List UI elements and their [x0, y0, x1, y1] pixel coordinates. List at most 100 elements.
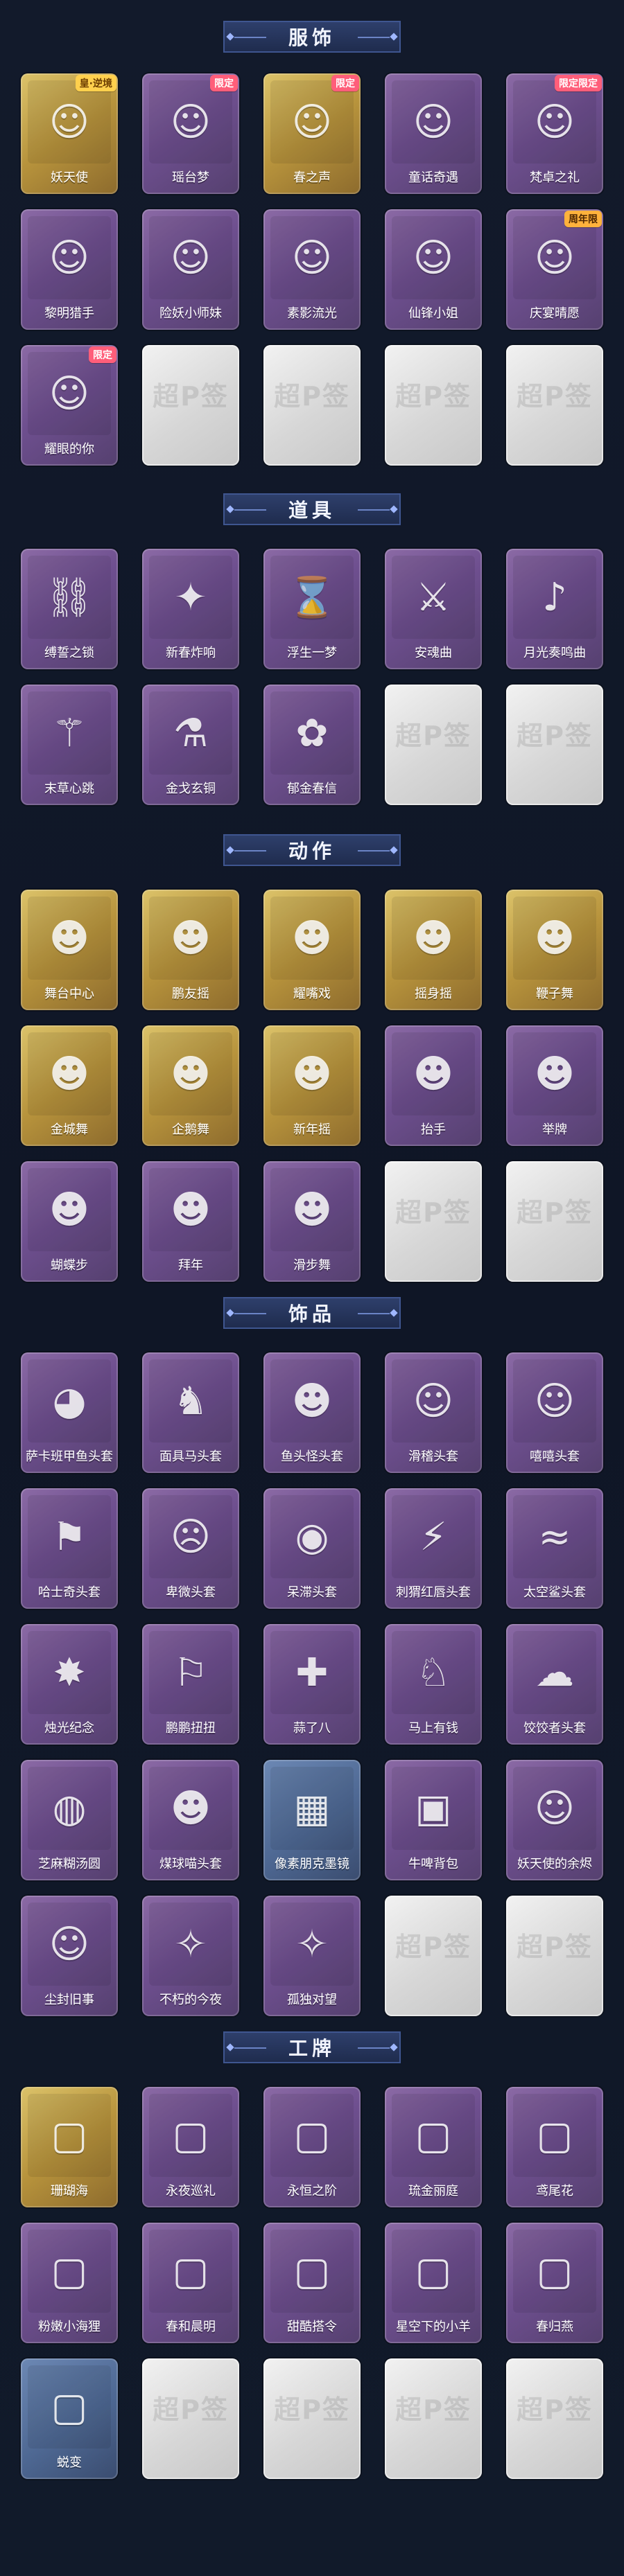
item-label: 浮生一梦 [287, 646, 337, 660]
card-frame-icon: ▢ [28, 2365, 111, 2449]
item-card[interactable]: ▢ 永夜巡礼 [142, 2087, 239, 2207]
item-label: 星空下的小羊 [396, 2320, 471, 2334]
item-card[interactable]: ▢ 甜酷搭令 [263, 2223, 361, 2343]
item-card[interactable]: ☻ 耀嘴戏 [263, 890, 361, 1010]
item-label: 春和晨明 [166, 2320, 216, 2334]
item-card[interactable]: ☹ 卑微头套 [142, 1488, 239, 1609]
section-banner: 道具 [223, 493, 401, 525]
item-card[interactable]: ☻ 金城舞 [21, 1025, 118, 1146]
emote-pose-icon: ☻ [28, 897, 111, 980]
lantern-item-icon: ⚗ [149, 691, 232, 775]
item-label: 梵卓之礼 [530, 170, 580, 185]
item-card[interactable]: ♪ 月光奏鸣曲 [506, 549, 603, 669]
item-card[interactable]: ▢ 永恒之阶 [263, 2087, 361, 2207]
card-frame-glyph: ▢ [172, 2112, 209, 2158]
item-label: 蜕变 [57, 2455, 82, 2470]
item-tag-badge: 限定 [210, 75, 238, 91]
item-card[interactable]: ☻ 煤球喵头套 [142, 1760, 239, 1880]
item-card[interactable]: ☻ 新年摇 [263, 1025, 361, 1146]
item-card[interactable]: ☺ 嘻嘻头套 [506, 1352, 603, 1473]
item-card[interactable]: ☺ 限定 瑶台梦 [142, 73, 239, 194]
item-card[interactable]: ✿ 郁金春信 [263, 685, 361, 805]
pikachu-head-glyph: ⚡ [419, 1514, 447, 1560]
character-portrait-glyph: ☺ [291, 99, 333, 145]
item-card[interactable]: ☁ 饺饺者头套 [506, 1624, 603, 1745]
dumpling-head-glyph: ◍ [52, 1785, 87, 1831]
section-title: 道具 [288, 499, 336, 522]
item-card[interactable]: ▢ 星空下的小羊 [385, 2223, 482, 2343]
item-card[interactable]: ⌛ 浮生一梦 [263, 549, 361, 669]
item-card[interactable]: ◕ 萨卡班甲鱼头套 [21, 1352, 118, 1473]
card-frame-icon: ▢ [270, 2094, 354, 2177]
item-card[interactable]: ♞ 面具马头套 [142, 1352, 239, 1473]
item-card[interactable]: ▣ 牛啤背包 [385, 1760, 482, 1880]
item-label: 仙锋小姐 [408, 306, 458, 321]
item-card[interactable]: ⚚ 末草心跳 [21, 685, 118, 805]
item-card[interactable]: ☻ 抬手 [385, 1025, 482, 1146]
banner-wing-left [234, 1313, 266, 1314]
item-card[interactable]: ☺ 限定限定 梵卓之礼 [506, 73, 603, 194]
item-card[interactable]: ▢ 春和晨明 [142, 2223, 239, 2343]
banner-ornament-right [390, 505, 398, 513]
character-portrait-glyph: ☺ [534, 99, 575, 145]
item-card[interactable]: ⚐ 鹏鹏扭扭 [142, 1624, 239, 1745]
item-card[interactable]: ☻ 企鹅舞 [142, 1025, 239, 1146]
item-card[interactable]: ☻ 鱼头怪头套 [263, 1352, 361, 1473]
item-card[interactable]: ☻ 鞭子舞 [506, 890, 603, 1010]
item-card[interactable]: ▢ 琉金丽庭 [385, 2087, 482, 2207]
item-label: 金戈玄铜 [166, 782, 216, 796]
item-card[interactable]: ☻ 滑步舞 [263, 1161, 361, 1282]
item-card[interactable]: ◍ 芝麻糊汤圆 [21, 1760, 118, 1880]
item-card[interactable]: ✚ 蒜了八 [263, 1624, 361, 1745]
item-card[interactable]: ✸ 烛光纪念 [21, 1624, 118, 1745]
item-card[interactable]: ☺ 险妖小师妹 [142, 209, 239, 330]
item-label: 永恒之阶 [287, 2184, 337, 2198]
item-card[interactable]: ☺ 限定 春之声 [263, 73, 361, 194]
item-card[interactable]: ✧ 不朽的今夜 [142, 1896, 239, 2016]
item-card[interactable]: ⚡ 刺猬红唇头套 [385, 1488, 482, 1609]
item-card[interactable]: ☺ 限定 耀眼的你 [21, 345, 118, 466]
section-title: 服饰 [288, 26, 336, 49]
item-card[interactable]: ☻ 摇身摇 [385, 890, 482, 1010]
item-card[interactable]: ▢ 春归燕 [506, 2223, 603, 2343]
empty-slot-watermark: 超P签 [274, 380, 350, 412]
item-card[interactable]: ⚑ 哈士奇头套 [21, 1488, 118, 1609]
item-card[interactable]: ☻ 举牌 [506, 1025, 603, 1146]
item-card[interactable]: ⚗ 金戈玄铜 [142, 685, 239, 805]
item-card[interactable]: ☺ 仙锋小姐 [385, 209, 482, 330]
item-card[interactable]: ▢ 鸢尾花 [506, 2087, 603, 2207]
item-card[interactable]: ☺ 周年限 庆宴晴愿 [506, 209, 603, 330]
item-card[interactable]: ☻ 舞台中心 [21, 890, 118, 1010]
item-card[interactable]: ☺ 尘封旧事 [21, 1896, 118, 2016]
weapon-item-glyph: ⚔ [415, 574, 451, 620]
item-card[interactable]: ▢ 珊瑚海 [21, 2087, 118, 2207]
item-card[interactable]: ☻ 拜年 [142, 1161, 239, 1282]
item-card[interactable]: ☺ 滑稽头套 [385, 1352, 482, 1473]
item-card[interactable]: ▢ 蜕变 [21, 2358, 118, 2479]
item-card[interactable]: ◉ 呆滞头套 [263, 1488, 361, 1609]
item-card[interactable]: ⛓ 缚誓之锁 [21, 549, 118, 669]
item-label: 险妖小师妹 [159, 306, 222, 321]
item-card[interactable]: ✦ 新春炸响 [142, 549, 239, 669]
item-card[interactable]: ✧ 孤独对望 [263, 1896, 361, 2016]
item-card[interactable]: ⚔ 安魂曲 [385, 549, 482, 669]
banner-wing-right [358, 1313, 390, 1314]
backpack-icon: ▣ [392, 1767, 475, 1850]
item-card[interactable]: ♘ 马上有钱 [385, 1624, 482, 1745]
candle-item-glyph: ✸ [53, 1650, 86, 1695]
item-card[interactable]: ☻ 蝴蝶步 [21, 1161, 118, 1282]
item-card[interactable]: ☺ 妖天使的余烬 [506, 1760, 603, 1880]
card-frame-glyph: ▢ [415, 2112, 452, 2158]
item-card[interactable]: ☺ 皇·逆境 妖天使 [21, 73, 118, 194]
item-card[interactable]: ☺ 童话奇遇 [385, 73, 482, 194]
chain-item-glyph: ⛓ [44, 575, 94, 620]
card-frame-glyph: ▢ [415, 2248, 452, 2294]
emote-pose-icon: ☻ [149, 897, 232, 980]
item-card[interactable]: ▢ 粉嫩小海狸 [21, 2223, 118, 2343]
item-card[interactable]: ☺ 素影流光 [263, 209, 361, 330]
item-card[interactable]: ☻ 鹏友摇 [142, 890, 239, 1010]
item-card[interactable]: ≈ 太空鲨头套 [506, 1488, 603, 1609]
item-card[interactable]: ☺ 黎明猎手 [21, 209, 118, 330]
smile-emoji-glyph: ☺ [413, 1378, 454, 1424]
item-card[interactable]: ▦ 像素朋克墨镜 [263, 1760, 361, 1880]
